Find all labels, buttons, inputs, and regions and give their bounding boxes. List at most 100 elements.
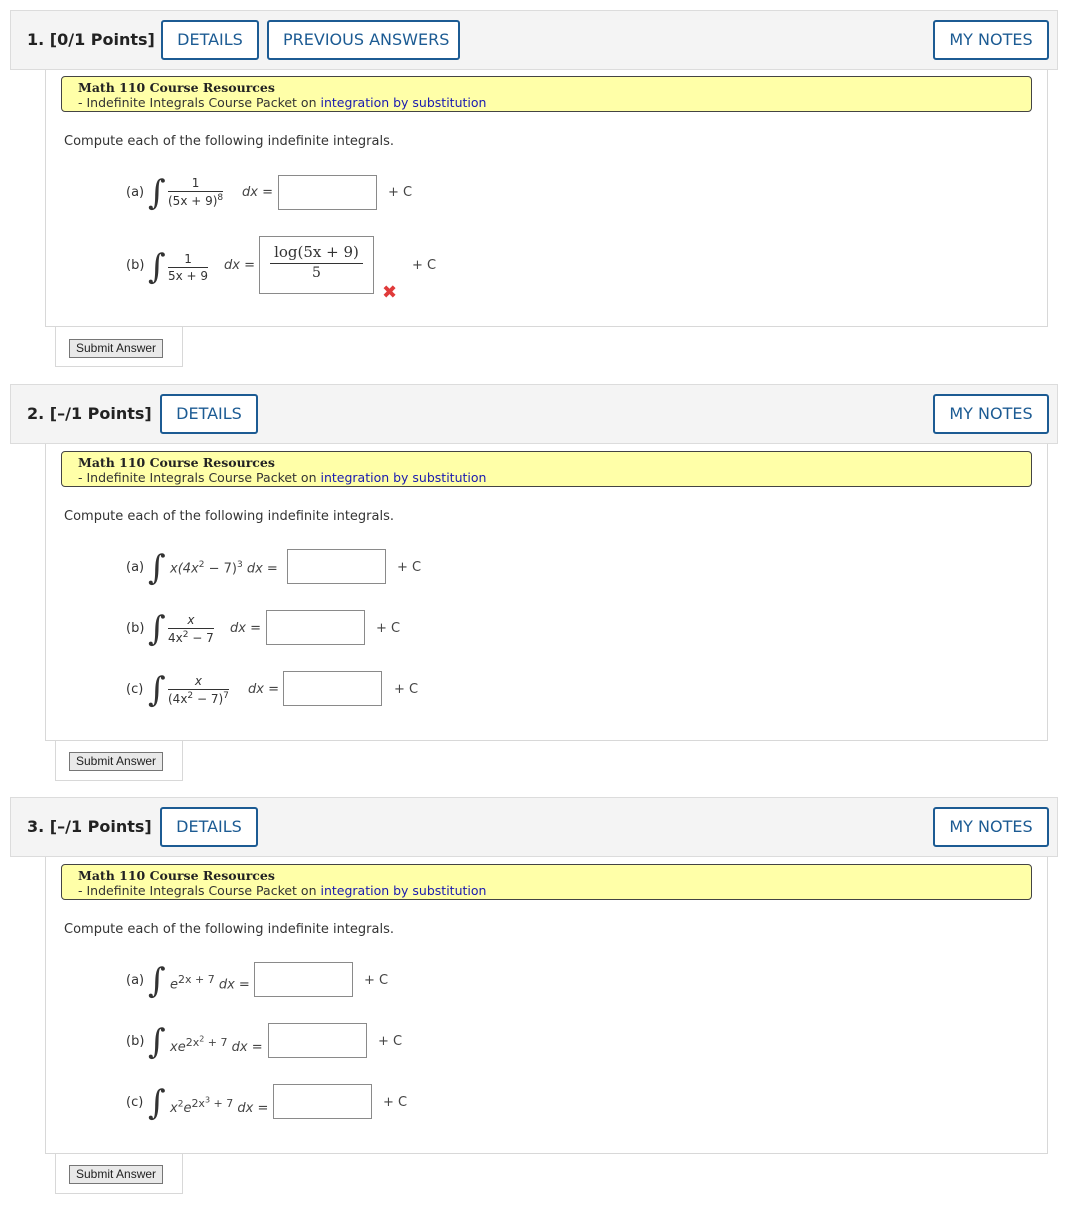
dx-equals: dx = bbox=[224, 258, 255, 273]
instruction-text: Compute each of the following indefinite… bbox=[64, 509, 394, 524]
denominator-tail: − 7 bbox=[188, 631, 214, 645]
integral-sign: ∫ bbox=[148, 1022, 166, 1062]
numerator: x bbox=[168, 674, 229, 690]
details-button[interactable]: DETAILS bbox=[160, 807, 258, 847]
details-button[interactable]: DETAILS bbox=[160, 394, 258, 434]
resources-prefix: - Indefinite Integrals Course Packet on bbox=[78, 95, 321, 110]
incorrect-icon: ✖ bbox=[382, 282, 398, 303]
integral-sign: ∫ bbox=[148, 609, 166, 649]
my-notes-button[interactable]: MY NOTES bbox=[933, 394, 1049, 434]
integrand-fraction: x 4x2 − 7 bbox=[168, 613, 214, 645]
answer-input[interactable] bbox=[266, 610, 365, 645]
exponent-tail: + 7 bbox=[210, 1096, 234, 1110]
answer-input[interactable] bbox=[268, 1023, 367, 1058]
numerator: 1 bbox=[168, 252, 209, 268]
integrand-mid: − 7) bbox=[204, 561, 237, 577]
submit-answer-button[interactable]: Submit Answer bbox=[69, 1165, 164, 1184]
integrand-base: xe bbox=[170, 1039, 186, 1055]
plus-c: + C bbox=[383, 1095, 408, 1110]
course-resources-box: Math 110 Course Resources - Indefinite I… bbox=[61, 76, 1032, 112]
integrand: x(4x2 − 7)3 dx = bbox=[170, 560, 278, 576]
plus-c: + C bbox=[397, 560, 422, 575]
resources-line: - Indefinite Integrals Course Packet on … bbox=[78, 470, 1015, 485]
part-label: (b) bbox=[126, 1034, 145, 1049]
answer-input[interactable] bbox=[287, 549, 386, 584]
question-header: 1. [0/1 Points] DETAILS PREVIOUS ANSWERS… bbox=[10, 10, 1058, 70]
submit-answer-button[interactable]: Submit Answer bbox=[69, 339, 164, 358]
instruction-text: Compute each of the following indefinite… bbox=[64, 922, 394, 937]
question-title: 3. [–/1 Points] bbox=[27, 817, 152, 836]
integrand: xe2x2 + 7 dx = bbox=[170, 1034, 263, 1055]
dx-equals: dx = bbox=[233, 1100, 269, 1116]
denominator: 4x2 − 7 bbox=[168, 629, 214, 645]
resources-title: Math 110 Course Resources bbox=[78, 455, 275, 470]
integrand-fraction: 1 5x + 9 bbox=[168, 252, 209, 283]
dx-equals: dx = bbox=[227, 1039, 263, 1055]
substitution-link[interactable]: integration by substitution bbox=[320, 470, 486, 485]
integral-sign: ∫ bbox=[148, 173, 166, 213]
exponent-tail: + 7 bbox=[204, 1035, 228, 1049]
plus-c: + C bbox=[388, 185, 413, 200]
part-label: (a) bbox=[126, 560, 145, 575]
integrand-base: e bbox=[170, 977, 178, 993]
substitution-link[interactable]: integration by substitution bbox=[320, 95, 486, 110]
resources-title: Math 110 Course Resources bbox=[78, 80, 275, 95]
numerator: x bbox=[168, 613, 214, 629]
denominator-base: 4x bbox=[168, 631, 183, 645]
denominator: (4x2 − 7)7 bbox=[168, 690, 229, 706]
question-header: 3. [–/1 Points] DETAILS MY NOTES bbox=[10, 797, 1058, 857]
integrand-fraction: x (4x2 − 7)7 bbox=[168, 674, 229, 706]
course-resources-box: Math 110 Course Resources - Indefinite I… bbox=[61, 451, 1032, 487]
integral-sign: ∫ bbox=[148, 548, 166, 588]
exponent: 2x + 7 bbox=[178, 973, 215, 986]
numerator: 1 bbox=[168, 176, 224, 192]
dx-equals: dx = bbox=[214, 977, 250, 993]
plus-c: + C bbox=[364, 973, 389, 988]
denominator: (5x + 9)8 bbox=[168, 192, 223, 208]
answer-input[interactable] bbox=[278, 175, 377, 210]
part-label: (a) bbox=[126, 185, 145, 200]
answer-denominator: 5 bbox=[312, 265, 321, 281]
my-notes-button[interactable]: MY NOTES bbox=[933, 807, 1049, 847]
details-button[interactable]: DETAILS bbox=[161, 20, 259, 60]
previous-answers-button[interactable]: PREVIOUS ANSWERS bbox=[267, 20, 460, 60]
part-label: (b) bbox=[126, 621, 145, 636]
resources-line: - Indefinite Integrals Course Packet on … bbox=[78, 883, 1015, 898]
integrand-base: x bbox=[170, 1100, 178, 1116]
plus-c: + C bbox=[376, 621, 401, 636]
exponent-base: 2x bbox=[185, 1035, 200, 1049]
integrand: e2x + 7 dx = bbox=[170, 973, 250, 992]
denominator: 5x + 9 bbox=[168, 269, 209, 283]
course-resources-box: Math 110 Course Resources - Indefinite I… bbox=[61, 864, 1032, 900]
dx-equals: dx = bbox=[248, 682, 279, 697]
integrand-base: x(4x bbox=[170, 561, 199, 577]
resources-prefix: - Indefinite Integrals Course Packet on bbox=[78, 470, 321, 485]
dx-equals: dx = bbox=[242, 185, 273, 200]
integral-sign: ∫ bbox=[148, 1083, 166, 1123]
resources-prefix: - Indefinite Integrals Course Packet on bbox=[78, 883, 321, 898]
integral-sign: ∫ bbox=[148, 670, 166, 710]
exponent: 2x3 + 7 bbox=[191, 1095, 234, 1110]
question-title: 2. [–/1 Points] bbox=[27, 404, 152, 423]
answer-numerator: log(5x + 9) bbox=[270, 243, 363, 264]
my-notes-button[interactable]: MY NOTES bbox=[933, 20, 1049, 60]
integrand: x2e2x3 + 7 dx = bbox=[170, 1095, 268, 1116]
answer-input[interactable]: log(5x + 9) 5 bbox=[259, 236, 374, 294]
part-label: (c) bbox=[126, 682, 144, 697]
submit-answer-button[interactable]: Submit Answer bbox=[69, 752, 164, 771]
denominator-exponent: 7 bbox=[223, 691, 229, 701]
denominator-tail: − 7) bbox=[193, 692, 224, 706]
question-title: 1. [0/1 Points] bbox=[27, 30, 155, 49]
substitution-link[interactable]: integration by substitution bbox=[320, 883, 486, 898]
denominator-base: (5x + 9) bbox=[168, 194, 218, 208]
answer-input[interactable] bbox=[273, 1084, 372, 1119]
part-label: (a) bbox=[126, 973, 145, 988]
dx-equals: dx = bbox=[242, 561, 278, 577]
resources-line: - Indefinite Integrals Course Packet on … bbox=[78, 95, 1015, 110]
answer-input[interactable] bbox=[283, 671, 382, 706]
answer-input[interactable] bbox=[254, 962, 353, 997]
plus-c: + C bbox=[378, 1034, 403, 1049]
denominator-base: (4x bbox=[168, 692, 188, 706]
exponent: 2x2 + 7 bbox=[185, 1034, 228, 1049]
part-label: (b) bbox=[126, 258, 145, 273]
